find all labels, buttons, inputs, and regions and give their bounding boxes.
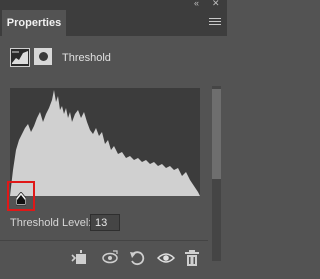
panel-scrollbar-thumb[interactable] [212, 89, 221, 179]
adjustment-title: Threshold [62, 52, 111, 64]
delete-trash-icon[interactable] [183, 250, 201, 266]
panel-menu-icon[interactable] [209, 18, 221, 27]
view-previous-state-icon[interactable] [101, 250, 119, 266]
threshold-level-input[interactable] [90, 214, 120, 231]
toolbar-divider [0, 240, 208, 241]
clip-to-layer-icon[interactable] [70, 250, 88, 266]
histogram [10, 88, 200, 196]
visibility-eye-icon[interactable] [157, 250, 175, 266]
panel-top-strip [0, 0, 227, 8]
tab-properties[interactable]: Properties [2, 10, 66, 36]
collapse-panel-icon[interactable]: « [194, 0, 199, 8]
threshold-slider-handle[interactable] [16, 192, 26, 206]
adjustment-layer-icon [10, 48, 30, 67]
reset-icon[interactable] [128, 250, 146, 266]
mask-icon[interactable] [34, 48, 52, 65]
threshold-level-label: Threshold Level: [10, 217, 92, 229]
